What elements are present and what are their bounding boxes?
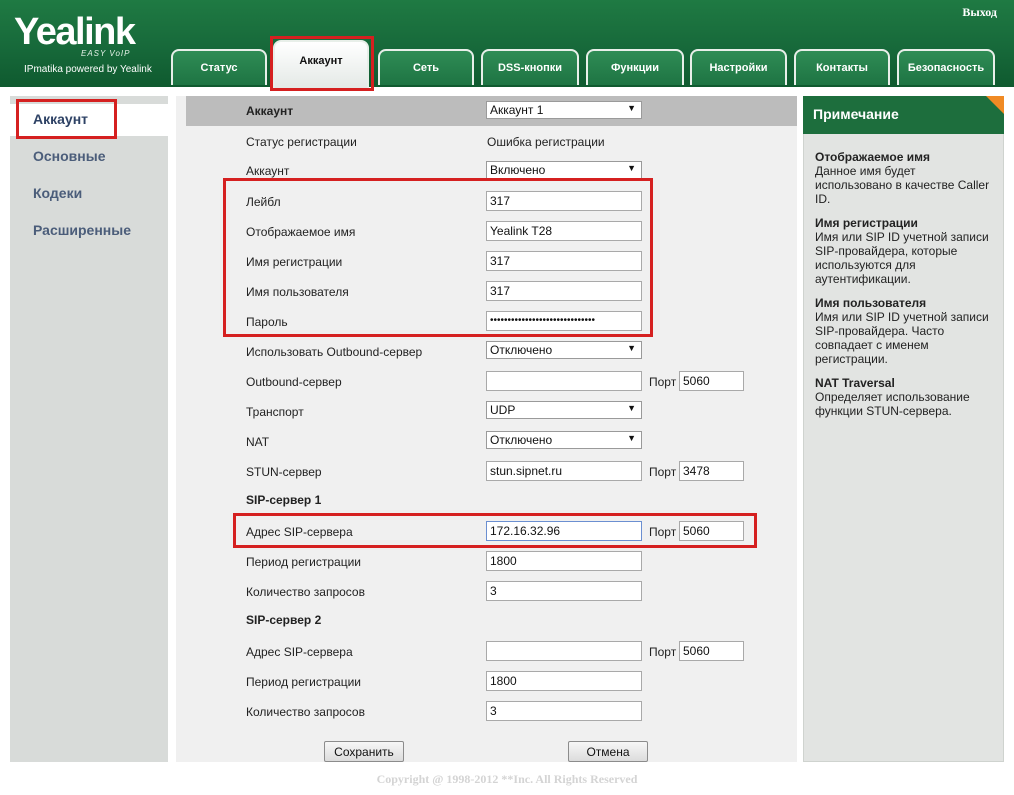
sidebar-item-basic[interactable]: Основные [33, 148, 106, 164]
sip2-port-input[interactable]: 5060 [679, 641, 744, 661]
sip2-address-input[interactable] [486, 641, 642, 661]
tab-features[interactable]: Функции [586, 49, 684, 85]
label-input[interactable]: 317 [486, 191, 642, 211]
nat-value: Отключено [490, 433, 553, 447]
chevron-down-icon: ▼ [627, 343, 636, 353]
outbound-use-select[interactable]: Отключено ▼ [486, 341, 642, 359]
reg-status-label: Статус регистрации [246, 135, 357, 149]
account-enabled-select[interactable]: Включено ▼ [486, 161, 642, 179]
tab-status[interactable]: Статус [171, 49, 267, 85]
sip1-retries-label: Количество запросов [246, 585, 365, 599]
sip1-address-label: Адрес SIP-сервера [246, 525, 353, 539]
sip2-period-input[interactable]: 1800 [486, 671, 642, 691]
stun-port-label: Порт [649, 465, 677, 479]
sip1-retries-input[interactable]: 3 [486, 581, 642, 601]
reg-name-input[interactable]: 317 [486, 251, 642, 271]
tab-contacts[interactable]: Контакты [794, 49, 890, 85]
display-name-label: Отображаемое имя [246, 225, 356, 239]
reg-name-label: Имя регистрации [246, 255, 343, 269]
chevron-down-icon: ▼ [627, 163, 636, 173]
note-block-title: Отображаемое имя [815, 150, 930, 164]
note-block: Имя регистрации Имя или SIP ID учетной з… [815, 216, 995, 286]
sip-server-1-heading: SIP-сервер 1 [246, 493, 322, 507]
sip2-port-label: Порт [649, 645, 677, 659]
logout-link[interactable]: Выход [962, 5, 997, 20]
sidebar-item-account[interactable]: Аккаунт [33, 111, 88, 127]
account-enabled-value: Включено [490, 163, 546, 177]
tab-network[interactable]: Сеть [378, 49, 474, 85]
sip1-port-input[interactable]: 5060 [679, 521, 744, 541]
save-button[interactable]: Сохранить [324, 741, 404, 762]
password-label: Пароль [246, 315, 288, 329]
tab-settings[interactable]: Настройки [690, 49, 787, 85]
note-corner-icon [986, 96, 1004, 114]
sip-server-2-heading: SIP-сервер 2 [246, 613, 322, 627]
display-name-input[interactable]: Yealink T28 [486, 221, 642, 241]
logo-text: Yealink [14, 11, 136, 53]
outbound-port-label: Порт [649, 375, 677, 389]
note-block-title: Имя пользователя [815, 296, 927, 310]
sip2-retries-label: Количество запросов [246, 705, 365, 719]
chevron-down-icon: ▼ [627, 103, 636, 113]
cancel-button[interactable]: Отмена [568, 741, 648, 762]
stun-server-input[interactable]: stun.sipnet.ru [486, 461, 642, 481]
sip1-port-label: Порт [649, 525, 677, 539]
outbound-use-label: Использовать Outbound-сервер [246, 345, 423, 359]
note-block-title: NAT Traversal [815, 376, 895, 390]
account-select-value: Аккаунт 1 [490, 103, 544, 117]
yealink-logo: Yealink EASY VoIP IPmatika powered by Ye… [14, 11, 152, 75]
stun-port-input[interactable]: 3478 [679, 461, 744, 481]
note-block-title: Имя регистрации [815, 216, 918, 230]
note-block: Имя пользователя Имя или SIP ID учетной … [815, 296, 995, 366]
reg-status-value: Ошибка регистрации [487, 135, 605, 149]
logo-tagline: EASY VoIP [81, 49, 131, 58]
tab-account[interactable]: Аккаунт [273, 40, 369, 88]
sidebar-item-codecs[interactable]: Кодеки [33, 185, 82, 201]
transport-value: UDP [490, 403, 516, 417]
chevron-down-icon: ▼ [627, 403, 636, 413]
outbound-server-input[interactable] [486, 371, 642, 391]
note-block-text: Имя или SIP ID учетной записи SIP-провай… [815, 310, 989, 366]
user-name-input[interactable]: 317 [486, 281, 642, 301]
sip2-period-label: Период регистрации [246, 675, 361, 689]
nat-label: NAT [246, 435, 270, 449]
outbound-use-value: Отключено [490, 343, 553, 357]
sip1-address-input[interactable]: 172.16.32.96 [486, 521, 642, 541]
tab-security[interactable]: Безопасность [897, 49, 995, 85]
logo-subtitle: IPmatika powered by Yealink [24, 64, 152, 75]
nat-select[interactable]: Отключено ▼ [486, 431, 642, 449]
account-select-label: Аккаунт [246, 104, 294, 118]
sip1-period-label: Период регистрации [246, 555, 361, 569]
user-name-label: Имя пользователя [246, 285, 349, 299]
tab-dss-keys[interactable]: DSS-кнопки [481, 49, 579, 85]
account-enabled-label: Аккаунт [246, 164, 290, 178]
account-select[interactable]: Аккаунт 1 ▼ [486, 101, 642, 119]
sip2-address-label: Адрес SIP-сервера [246, 645, 353, 659]
transport-label: Транспорт [246, 405, 304, 419]
note-block: Отображаемое имя Данное имя будет исполь… [815, 150, 995, 206]
outbound-server-label: Outbound-сервер [246, 375, 342, 389]
note-block-text: Имя или SIP ID учетной записи SIP-провай… [815, 230, 989, 286]
transport-select[interactable]: UDP ▼ [486, 401, 642, 419]
outbound-port-input[interactable]: 5060 [679, 371, 744, 391]
label-field-label: Лейбл [246, 195, 281, 209]
note-block: NAT Traversal Определяет использование ф… [815, 376, 995, 418]
chevron-down-icon: ▼ [627, 433, 636, 443]
sidebar-item-advanced[interactable]: Расширенные [33, 222, 131, 238]
copyright-text: Copyright @ 1998-2012 **Inc. All Rights … [376, 772, 638, 786]
password-input[interactable]: •••••••••••••••••••••••••••••• [486, 311, 642, 331]
sip1-period-input[interactable]: 1800 [486, 551, 642, 571]
note-title: Примечание [803, 96, 1004, 134]
sip2-retries-input[interactable]: 3 [486, 701, 642, 721]
note-body: Отображаемое имя Данное имя будет исполь… [815, 150, 995, 428]
note-block-text: Данное имя будет использовано в качестве… [815, 164, 990, 206]
stun-server-label: STUN-сервер [246, 465, 322, 479]
note-block-text: Определяет использование функции STUN-се… [815, 390, 970, 418]
yealink-web-ui: Yealink EASY VoIP IPmatika powered by Ye… [0, 0, 1014, 795]
